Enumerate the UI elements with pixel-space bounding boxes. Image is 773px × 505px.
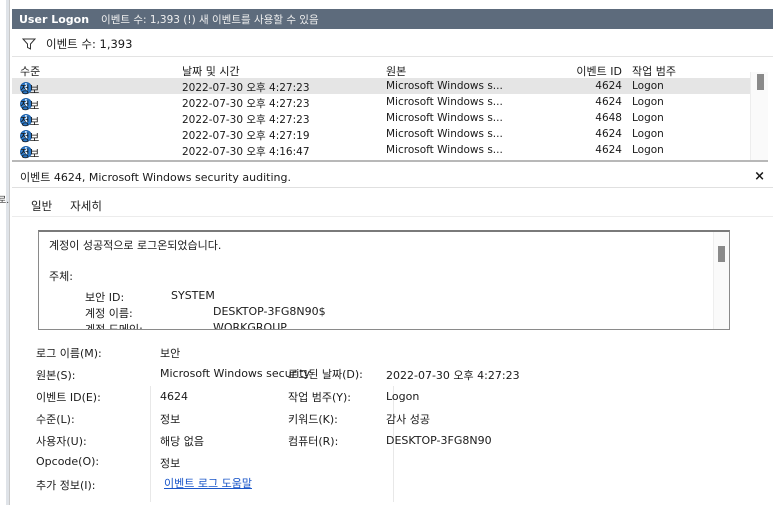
event-date-cell: 2022-07-30 오후 4:27:23 (182, 98, 310, 110)
event-source-cell: Microsoft Windows s... (386, 96, 503, 108)
event-category-cell: Logon (632, 96, 664, 108)
table-row[interactable]: i 정보 2022-07-30 오후 4:27:23 Microsoft Window… (12, 78, 768, 96)
filter-row: 이벤트 수: 1,393 (12, 31, 773, 57)
grid-scroll-thumb[interactable] (757, 74, 764, 90)
col-header-source[interactable]: 원본 (386, 63, 406, 79)
event-category-cell: Logon (632, 80, 664, 92)
description-subject-label: 주체: (49, 270, 73, 283)
grid-scrollbar[interactable] (750, 72, 768, 160)
event-source-cell: Microsoft Windows s... (386, 80, 503, 92)
keywords-value: 감사 성공 (386, 413, 430, 426)
close-icon[interactable]: × (754, 169, 765, 184)
log-name-value: 보안 (160, 347, 181, 360)
logged-value: 2022-07-30 오후 4:27:23 (386, 369, 520, 382)
event-category-cell: Logon (632, 144, 664, 156)
event-date-cell: 2022-07-30 오후 4:27:23 (182, 82, 310, 94)
account-domain-value: WORKGROUP (213, 321, 287, 330)
event-source-cell: Microsoft Windows s... (386, 128, 503, 140)
event-properties: 로그 이름(M): 보안 원본(S): Microsoft Windows se… (36, 340, 756, 502)
account-name-value: DESKTOP-3FG8N90$ (213, 305, 326, 318)
event-source-cell: Microsoft Windows s... (386, 144, 503, 156)
logged-label: 로그된 날짜(D): (288, 368, 363, 381)
event-id-cell: 4624 (595, 128, 622, 140)
event-description-box[interactable]: 계정이 성공적으로 로그온되었습니다. 주체: 보안 ID: SYSTEM 계정… (38, 230, 730, 330)
description-summary: 계정이 성공적으로 로그온되었습니다. (49, 239, 222, 252)
security-id-value: SYSTEM (171, 289, 215, 302)
event-id-cell: 4648 (595, 112, 622, 124)
task-category-value: Logon (386, 390, 420, 403)
table-row[interactable]: i 정보 2022-07-30 오후 4:16:47 Microsoft Window… (12, 142, 768, 160)
user-value: 해당 없음 (160, 435, 204, 448)
col-header-event-id[interactable]: 이벤트 ID (552, 63, 622, 79)
event-id-cell: 4624 (595, 96, 622, 108)
grid-header: 수준 날짜 및 시간 원본 이벤트 ID 작업 범주 (12, 58, 768, 78)
opcode-label: Opcode(O): (36, 455, 100, 468)
computer-value: DESKTOP-3FG8N90 (386, 434, 492, 447)
log-title-bar: User Logon 이벤트 수: 1,393 (!) 새 이벤트를 사용할 수… (12, 9, 773, 29)
event-date-cell: 2022-07-30 오후 4:27:23 (182, 114, 310, 126)
event-level-text: 정보 (20, 148, 40, 160)
event-detail-header: 이벤트 4624, Microsoft Windows security aud… (12, 166, 773, 188)
event-source-cell: Microsoft Windows s... (386, 112, 503, 124)
event-detail-title: 이벤트 4624, Microsoft Windows security aud… (20, 170, 291, 184)
keywords-label: 키워드(K): (288, 413, 338, 426)
event-date-cell: 2022-07-30 오후 4:27:19 (182, 130, 310, 142)
tab-general[interactable]: 일반 (22, 196, 62, 216)
table-row[interactable]: i 정보 2022-07-30 오후 4:27:23 Microsoft Window… (12, 110, 768, 128)
event-id-cell: 4624 (595, 144, 622, 156)
event-category-cell: Logon (632, 128, 664, 140)
event-id-cell: 4624 (595, 80, 622, 92)
computer-label: 컴퓨터(R): (288, 435, 339, 448)
col-header-level[interactable]: 수준 (20, 63, 40, 79)
event-id-value: 4624 (160, 390, 188, 403)
table-row[interactable]: i 정보 2022-07-30 오후 4:27:19 Microsoft Window… (12, 126, 768, 144)
filter-icon (22, 38, 36, 50)
user-label: 사용자(U): (36, 435, 87, 448)
log-name: User Logon (19, 12, 90, 26)
col-header-date[interactable]: 날짜 및 시간 (182, 63, 240, 79)
table-row[interactable]: i 정보 2022-07-30 오후 4:27:23 Microsoft Window… (12, 94, 768, 112)
detail-tabs: 일반 자세히 (22, 196, 111, 216)
opcode-value: 정보 (160, 457, 181, 470)
level-value: 정보 (160, 413, 181, 426)
description-scrollbar[interactable] (713, 232, 729, 329)
left-pane-edge: 로. (0, 0, 10, 505)
source-label: 원본(S): (36, 369, 76, 382)
event-grid: 수준 날짜 및 시간 원본 이벤트 ID 작업 범주 i 정보 2022-07-30… (12, 58, 768, 162)
event-count: 이벤트 수: 1,393 (46, 36, 133, 51)
left-pane-text-fragment: 로. (0, 196, 10, 206)
account-domain-label: 계정 도메인: (85, 323, 143, 330)
col-header-category[interactable]: 작업 범주 (632, 63, 676, 79)
task-category-label: 작업 범주(Y): (288, 391, 351, 404)
description-scroll-thumb[interactable] (718, 246, 725, 262)
event-id-label: 이벤트 ID(E): (36, 391, 101, 404)
log-name-label: 로그 이름(M): (36, 347, 102, 360)
event-date-cell: 2022-07-30 오후 4:16:47 (182, 146, 310, 158)
tab-details[interactable]: 자세히 (61, 196, 111, 216)
level-label: 수준(L): (36, 413, 75, 426)
event-log-help-link[interactable]: 이벤트 로그 도움말 (164, 475, 252, 491)
more-info-label: 추가 정보(I): (36, 479, 96, 492)
left-pane-scrollbar[interactable] (6, 0, 9, 505)
security-id-label: 보안 ID: (85, 291, 125, 304)
new-events-notice[interactable]: 이벤트 수: 1,393 (!) 새 이벤트를 사용할 수 있음 (101, 12, 319, 27)
account-name-label: 계정 이름: (85, 307, 133, 320)
event-category-cell: Logon (632, 112, 664, 124)
